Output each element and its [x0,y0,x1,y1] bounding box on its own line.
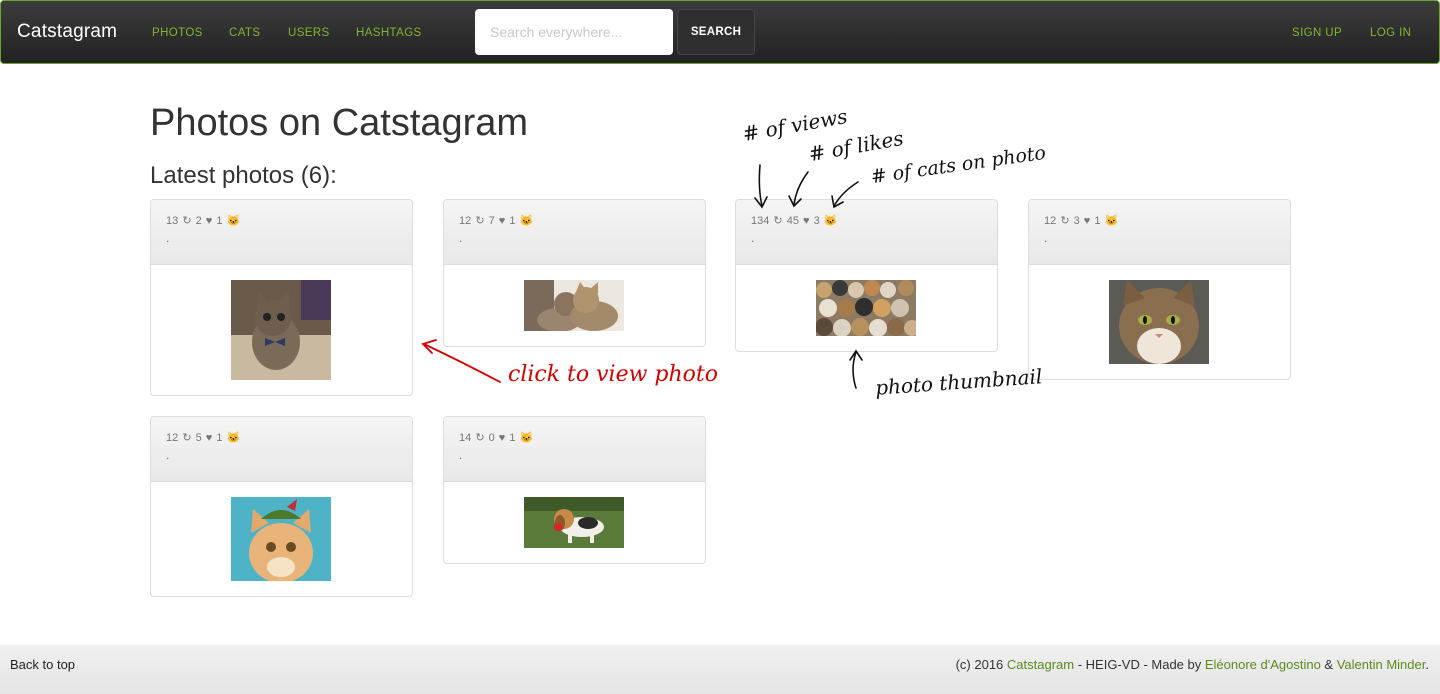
author-link-1[interactable]: Eléonore d'Agostino [1205,657,1321,672]
cats-count: 1 [216,215,223,227]
views-icon: ↻ [1060,215,1070,227]
views-count: 134 [751,215,770,227]
annotation-click: click to view photo [508,362,719,387]
photo-card-header: 13 ↻ 2 ♥ 1 🐱 . [151,200,412,265]
section-title: Latest photos (6): [150,162,337,189]
photo-card[interactable]: 134 ↻ 45 ♥ 3 🐱 . [735,199,998,352]
photo-card[interactable]: 13 ↻ 2 ♥ 1 🐱 . [150,199,413,396]
arrow-click-icon [423,343,501,383]
views-count: 14 [459,432,472,444]
nav-link-users[interactable]: USERS [288,27,330,39]
footer-brand-link[interactable]: Catstagram [1007,657,1074,672]
photo-thumbnail[interactable] [524,280,624,331]
cats-count: 1 [1094,215,1101,227]
photo-card[interactable]: 12 ↻ 5 ♥ 1 🐱 . [150,416,413,597]
views-count: 12 [459,215,472,227]
views-icon: ↻ [773,215,783,227]
search-input[interactable] [475,9,673,55]
photo-card-header: 134 ↻ 45 ♥ 3 🐱 . [736,200,997,265]
photo-card-header: 12 ↻ 7 ♥ 1 🐱 . [444,200,705,265]
likes-count: 5 [195,432,202,444]
cat-icon: 🐱 [823,215,838,227]
photo-card-header: 14 ↻ 0 ♥ 1 🐱 . [444,417,705,482]
photo-stats: 12 ↻ 3 ♥ 1 🐱 [1044,214,1290,227]
footer: Back to top (c) 2016 Catstagram - HEIG-V… [0,645,1440,694]
author-link-2[interactable]: Valentin Minder [1337,657,1426,672]
footer-credits: (c) 2016 Catstagram - HEIG-VD - Made by … [956,657,1429,672]
nav-link-hashtags[interactable]: HASHTAGS [356,27,422,39]
page-title: Photos on Catstagram [150,102,529,144]
credits-end: . [1425,657,1429,672]
likes-count: 0 [488,432,495,444]
photo-caption: . [751,231,755,245]
arrowhead-click-icon [421,339,437,354]
photo-caption: . [459,231,463,245]
photo-stats: 12 ↻ 7 ♥ 1 🐱 [459,214,705,227]
heart-icon: ♥ [1083,215,1091,227]
cat-icon: 🐱 [226,432,241,444]
views-icon: ↻ [182,432,192,444]
photo-thumbnail[interactable] [524,497,624,548]
views-count: 12 [166,432,179,444]
photo-stats: 13 ↻ 2 ♥ 1 🐱 [166,214,412,227]
photo-card-header: 12 ↻ 3 ♥ 1 🐱 . [1029,200,1290,265]
back-to-top-link[interactable]: Back to top [10,657,75,672]
likes-count: 3 [1073,215,1080,227]
credits-amp: & [1320,657,1337,672]
photo-caption: . [459,448,463,462]
cat-icon: 🐱 [226,215,241,227]
cat-icon: 🐱 [519,215,534,227]
views-count: 13 [166,215,179,227]
views-count: 12 [1044,215,1057,227]
photo-thumbnail[interactable] [816,280,916,336]
likes-count: 7 [488,215,495,227]
photo-caption: . [166,231,170,245]
arrow-thumbnail-icon [852,351,857,389]
annotation-thumbnail: photo thumbnail [874,364,1043,400]
credits-middle: - HEIG-VD - Made by [1074,657,1205,672]
photo-card-header: 12 ↻ 5 ♥ 1 🐱 . [151,417,412,482]
cat-icon: 🐱 [1104,215,1119,227]
photo-card[interactable]: 12 ↻ 7 ♥ 1 🐱 . [443,199,706,347]
heart-icon: ♥ [498,432,506,444]
photo-thumbnail[interactable] [231,280,331,380]
heart-icon: ♥ [498,215,506,227]
top-navbar: Catstagram PHOTOS CATS USERS HASHTAGS SE… [0,0,1440,64]
photo-stats: 14 ↻ 0 ♥ 1 🐱 [459,431,705,444]
cats-count: 3 [813,215,820,227]
heart-icon: ♥ [205,432,213,444]
heart-icon: ♥ [803,215,810,227]
photo-stats: 134 ↻ 45 ♥ 3 🐱 [751,214,997,227]
likes-count: 2 [195,215,202,227]
photo-thumbnail[interactable] [1109,280,1209,364]
credits-prefix: (c) 2016 [955,657,1007,672]
photo-thumbnail[interactable] [231,497,331,581]
photo-caption: . [1044,231,1048,245]
arrowhead-thumbnail-icon [849,349,863,361]
photo-caption: . [166,448,170,462]
cat-icon: 🐱 [519,432,534,444]
photo-stats: 12 ↻ 5 ♥ 1 🐱 [166,431,412,444]
nav-link-cats[interactable]: CATS [229,27,260,39]
views-icon: ↻ [475,215,485,227]
login-link[interactable]: LOG IN [1370,27,1411,39]
cats-count: 1 [216,432,223,444]
search-button[interactable]: SEARCH [677,9,755,55]
photo-card[interactable]: 12 ↻ 3 ♥ 1 🐱 . [1028,199,1291,380]
likes-count: 45 [786,215,799,227]
brand-logo[interactable]: Catstagram [17,21,117,43]
signup-link[interactable]: SIGN UP [1292,27,1342,39]
nav-link-photos[interactable]: PHOTOS [152,27,203,39]
heart-icon: ♥ [205,215,213,227]
views-icon: ↻ [475,432,485,444]
photo-card[interactable]: 14 ↻ 0 ♥ 1 🐱 . [443,416,706,564]
views-icon: ↻ [182,215,192,227]
cats-count: 1 [509,432,516,444]
cats-count: 1 [509,215,516,227]
